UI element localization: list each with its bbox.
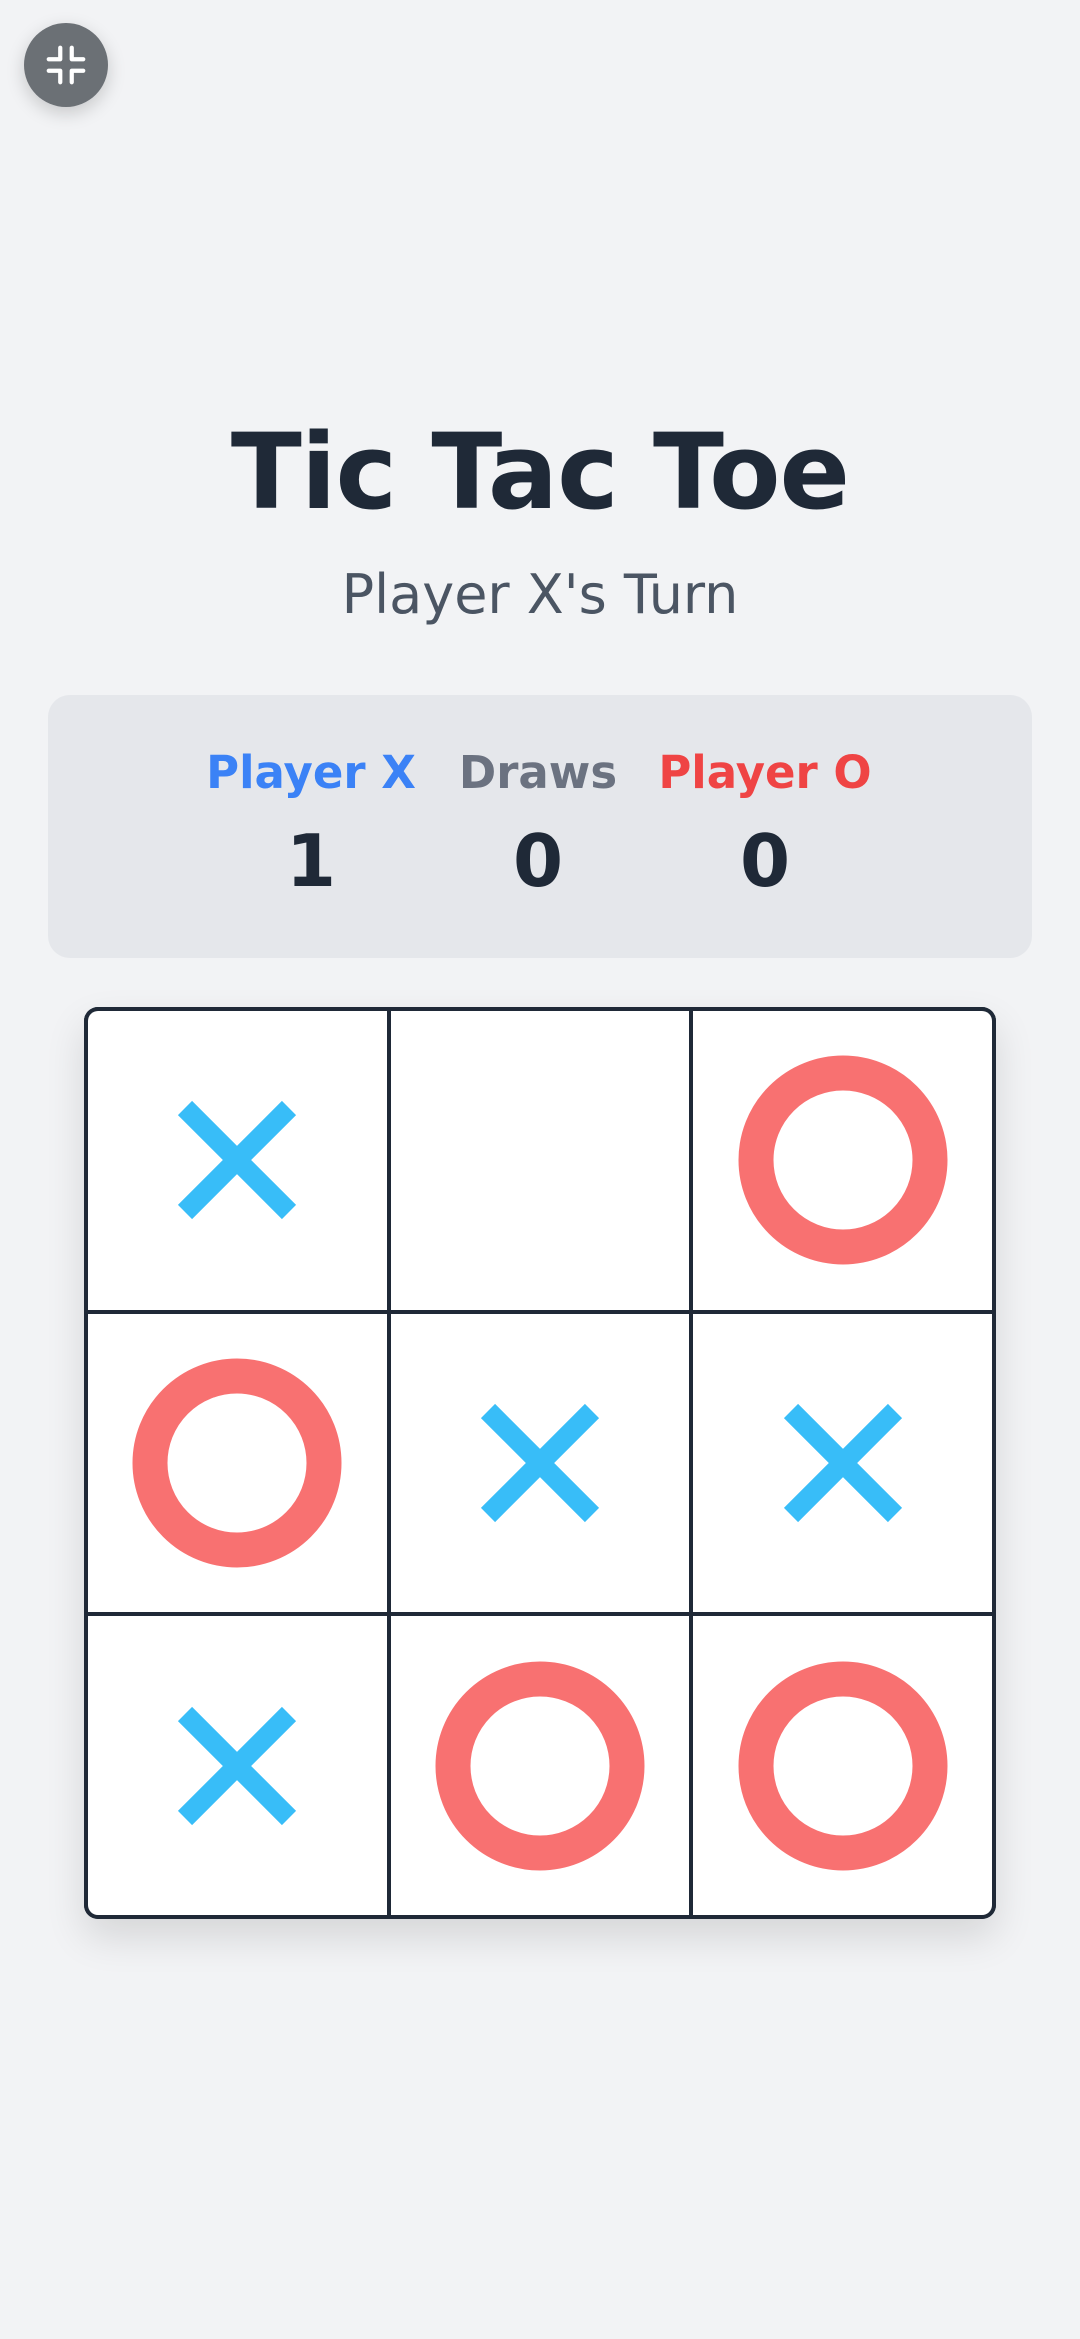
- board-cell[interactable]: [693, 1313, 992, 1613]
- board-cell[interactable]: [390, 1011, 690, 1310]
- x-mark-icon: [178, 1101, 297, 1220]
- board-cell[interactable]: [693, 1616, 992, 1915]
- game-screen: Tic Tac Toe Player X's Turn Player X 1 D…: [0, 0, 1080, 2339]
- exit-fullscreen-button[interactable]: [24, 23, 108, 107]
- game-board-frame: [84, 1007, 996, 1919]
- o-mark-icon: [738, 1661, 948, 1871]
- score-player-x: Player X 1: [196, 695, 426, 958]
- score-label-player-x: Player X: [206, 746, 416, 799]
- x-mark-icon: [480, 1403, 600, 1523]
- turn-status: Player X's Turn: [341, 563, 739, 626]
- score-draws: Draws 0: [423, 695, 653, 958]
- x-mark-icon: [783, 1403, 902, 1523]
- score-label-draws: Draws: [458, 746, 618, 799]
- o-mark-icon: [738, 1055, 948, 1265]
- score-value-draws: 0: [512, 819, 564, 903]
- board-cell[interactable]: [88, 1313, 387, 1613]
- score-value-player-x: 1: [285, 819, 337, 903]
- board-cell[interactable]: [88, 1011, 387, 1310]
- board-cell[interactable]: [693, 1011, 992, 1310]
- o-mark-icon: [435, 1661, 645, 1871]
- score-value-player-o: 0: [739, 819, 791, 903]
- score-player-o: Player O 0: [650, 695, 880, 958]
- exit-fullscreen-icon: [46, 45, 86, 85]
- game-title: Tic Tac Toe: [230, 411, 850, 533]
- board-cell[interactable]: [390, 1313, 690, 1613]
- o-mark-icon: [132, 1358, 342, 1568]
- board-cell[interactable]: [390, 1616, 690, 1915]
- x-mark-icon: [178, 1706, 297, 1825]
- scoreboard: Player X 1 Draws 0 Player O 0: [48, 695, 1032, 958]
- board-cell[interactable]: [88, 1616, 387, 1915]
- score-label-player-o: Player O: [658, 746, 872, 799]
- game-board: [84, 1007, 996, 1919]
